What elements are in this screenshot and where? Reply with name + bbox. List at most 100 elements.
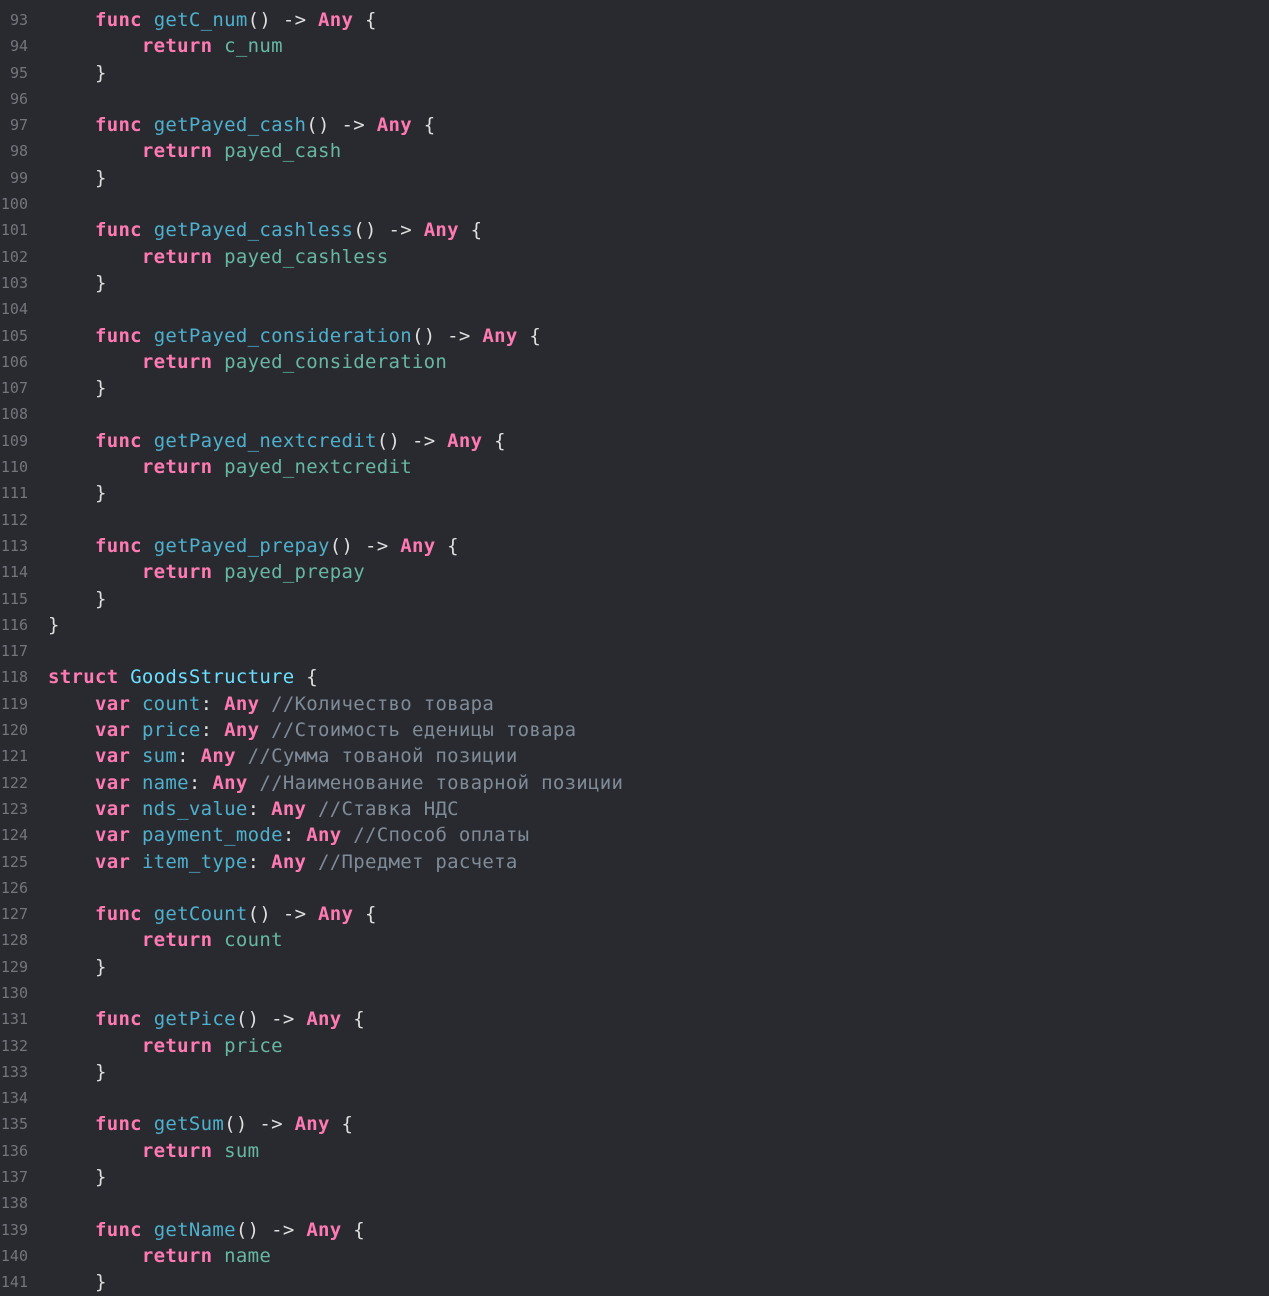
code-line[interactable]: 93 func getC_num() -> Any { [0, 7, 1269, 33]
code-line[interactable]: 119 var count: Any //Количество товара [0, 691, 1269, 717]
code-token: price [224, 1034, 283, 1057]
code-token: return [141, 350, 213, 373]
code-line[interactable]: 104 [0, 296, 1269, 322]
code-line[interactable]: 128 return count [0, 927, 1269, 953]
code-line[interactable]: 97 func getPayed_cash() -> Any { [0, 112, 1269, 138]
code-line[interactable]: 111 } [0, 480, 1269, 506]
line-number: 102 [0, 247, 28, 266]
code-line[interactable]: 127 func getCount() -> Any { [0, 901, 1269, 927]
code-line[interactable]: 113 func getPayed_prepay() -> Any { [0, 533, 1269, 559]
code-text: func getName() -> Any { [48, 1217, 365, 1243]
code-line[interactable]: 140 return name [0, 1243, 1269, 1269]
code-line[interactable]: 109 func getPayed_nextcredit() -> Any { [0, 428, 1269, 454]
code-text: } [48, 1164, 107, 1190]
line-number: 101 [0, 221, 28, 240]
code-token: { [353, 9, 377, 31]
line-number: 107 [0, 379, 28, 398]
code-token: getCount [153, 903, 248, 926]
line-number: 108 [0, 405, 28, 424]
code-line[interactable]: 122 var name: Any //Наименование товарно… [0, 770, 1269, 796]
code-token: var [94, 824, 131, 847]
code-token: : [200, 692, 225, 715]
code-token: getPayed_prepay [153, 534, 330, 557]
code-text: } [48, 270, 107, 296]
code-line[interactable]: 99 } [0, 165, 1269, 191]
code-line[interactable]: 130 [0, 980, 1269, 1006]
line-number: 114 [0, 563, 28, 582]
code-line[interactable]: 106 return payed_consideration [0, 349, 1269, 375]
code-line[interactable]: 120 var price: Any //Стоимость еденицы т… [0, 717, 1269, 743]
code-editor[interactable]: 93 func getC_num() -> Any {94 return c_n… [0, 7, 1269, 1296]
line-number: 132 [0, 1036, 28, 1055]
code-line[interactable]: 136 return sum [0, 1138, 1269, 1164]
code-line[interactable]: 94 return c_num [0, 33, 1269, 59]
code-token: return [141, 1139, 213, 1162]
code-line[interactable]: 102 return payed_cashless [0, 244, 1269, 270]
code-line[interactable]: 108 [0, 401, 1269, 427]
line-number: 103 [0, 273, 28, 292]
code-token: () -> [353, 219, 424, 242]
code-token: name [224, 1244, 272, 1267]
code-text: var name: Any //Наименование товарной по… [48, 770, 623, 796]
code-line[interactable]: 112 [0, 507, 1269, 533]
code-line[interactable]: 125 var item_type: Any //Предмет расчета [0, 849, 1269, 875]
code-line[interactable]: 129 } [0, 954, 1269, 980]
line-number: 120 [0, 721, 28, 740]
code-line[interactable]: 121 var sum: Any //Сумма тованой позиции [0, 743, 1269, 769]
code-token: } [48, 1060, 107, 1083]
code-line[interactable]: 124 var payment_mode: Any //Способ оплат… [0, 822, 1269, 848]
code-line[interactable]: 137 } [0, 1164, 1269, 1190]
code-line[interactable]: 107 } [0, 375, 1269, 401]
code-token: : [247, 850, 272, 873]
code-line[interactable]: 110 return payed_nextcredit [0, 454, 1269, 480]
code-line[interactable]: 116} [0, 612, 1269, 638]
code-line[interactable]: 123 var nds_value: Any //Ставка НДС [0, 796, 1269, 822]
line-number: 122 [0, 773, 28, 792]
code-token: } [48, 1271, 107, 1294]
line-number: 96 [9, 89, 28, 108]
code-line[interactable]: 135 func getSum() -> Any { [0, 1111, 1269, 1137]
code-line[interactable]: 133 } [0, 1059, 1269, 1085]
code-line[interactable]: 134 [0, 1085, 1269, 1111]
code-text: } [48, 1059, 107, 1085]
code-token: return [141, 1244, 213, 1267]
code-line[interactable]: 103 } [0, 270, 1269, 296]
code-token: //Стоимость еденицы товара [271, 719, 577, 742]
code-line[interactable]: 131 func getPice() -> Any { [0, 1006, 1269, 1032]
code-text: func getCount() -> Any { [48, 901, 377, 927]
code-line[interactable]: 100 [0, 191, 1269, 217]
code-line[interactable]: 115 } [0, 586, 1269, 612]
code-token: } [48, 271, 107, 294]
code-line[interactable]: 105 func getPayed_consideration() -> Any… [0, 323, 1269, 349]
code-line[interactable]: 141 } [0, 1269, 1269, 1295]
code-line[interactable]: 95 } [0, 60, 1269, 86]
code-token: return [141, 35, 213, 58]
code-line[interactable]: 118 struct GoodsStructure { [0, 664, 1269, 690]
code-line[interactable]: 101 func getPayed_cashless() -> Any { [0, 217, 1269, 243]
code-line[interactable]: 126 [0, 875, 1269, 901]
code-token: return [141, 561, 213, 584]
code-line[interactable]: 117 [0, 638, 1269, 664]
code-line[interactable]: 114 return payed_prepay [0, 559, 1269, 585]
code-line[interactable]: 132 return price [0, 1033, 1269, 1059]
code-line[interactable]: 98 return payed_cash [0, 138, 1269, 164]
code-text: return payed_prepay [48, 559, 365, 585]
code-line[interactable]: 139 func getName() -> Any { [0, 1217, 1269, 1243]
code-line[interactable]: 96 [0, 86, 1269, 112]
code-line[interactable]: 138 [0, 1190, 1269, 1216]
line-number: 126 [0, 878, 28, 897]
line-number: 128 [0, 931, 28, 950]
code-token: func [94, 1113, 142, 1136]
